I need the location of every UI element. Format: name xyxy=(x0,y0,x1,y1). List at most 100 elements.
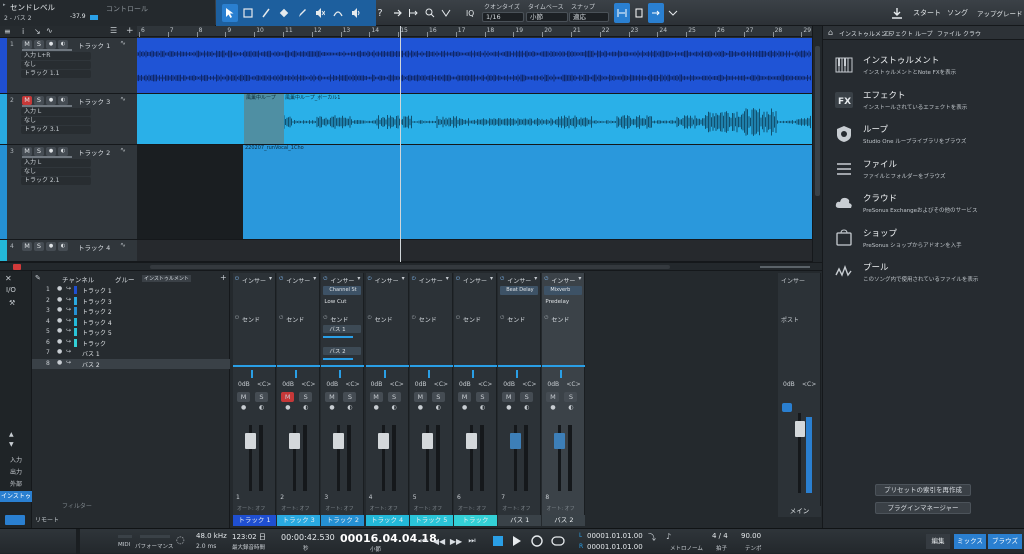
channel-list-header[interactable]: チャンネル xyxy=(62,274,94,284)
volume-fader[interactable] xyxy=(243,425,269,491)
channel-label[interactable]: トラック 3 xyxy=(277,515,321,526)
track-header[interactable]: 4 M S ● ◐ トラック 4 ∿ xyxy=(0,240,137,262)
console-nav-item[interactable]: 入力 xyxy=(0,455,32,466)
snap-grid-icon[interactable] xyxy=(632,3,646,23)
solo-button[interactable]: S xyxy=(34,96,44,105)
send-label[interactable]: センド xyxy=(375,315,393,324)
solo-button[interactable]: S xyxy=(255,392,268,402)
add-track-icon[interactable]: + xyxy=(126,26,134,36)
tempo[interactable]: 90.00 xyxy=(741,532,761,540)
channel-label[interactable]: トラック 1 xyxy=(233,515,276,526)
volume-slider[interactable] xyxy=(22,49,72,51)
automation-mode[interactable]: オート: オフ xyxy=(414,505,442,512)
menu-icon[interactable]: ≡ xyxy=(4,27,11,36)
visible-icon[interactable]: ● xyxy=(57,348,62,355)
volume-db[interactable]: 0dB xyxy=(326,381,338,388)
input-select[interactable]: 入力 L+R xyxy=(21,52,91,60)
record-panel-icon[interactable] xyxy=(439,4,453,22)
fader-cap[interactable] xyxy=(554,433,566,449)
arrow-icon[interactable]: ↪ xyxy=(66,306,71,313)
mute-button[interactable]: M xyxy=(281,392,295,402)
group-header[interactable]: グルー xyxy=(115,274,135,284)
filter-field[interactable]: フィルター xyxy=(62,501,92,510)
stop-button[interactable] xyxy=(493,536,503,546)
volume-db[interactable]: 0dB xyxy=(503,381,515,388)
power-icon[interactable]: ⏻ xyxy=(235,276,239,282)
automation-icon[interactable]: ∿ xyxy=(120,95,126,103)
automation-mode[interactable]: オート: オフ xyxy=(502,505,530,512)
collapse-down-icon[interactable]: ▼ xyxy=(9,441,14,448)
timeline-ruler[interactable]: 6 7 8 9 10 11 12 13 14 15 16 17 18 19 20 21 22 23 24 25 26 27… xyxy=(137,26,812,37)
arrow-icon[interactable]: ↪ xyxy=(66,348,71,355)
punch-icon[interactable]: ⤵ xyxy=(648,532,656,543)
horizontal-scrollbar[interactable] xyxy=(150,265,670,269)
channel-name[interactable]: トラック 2 xyxy=(82,307,112,316)
sort-icon[interactable]: ☰ xyxy=(110,26,117,35)
automation-icon[interactable]: ∿ xyxy=(120,39,126,47)
send-power-icon[interactable]: ⏻ xyxy=(544,315,548,321)
track-header[interactable]: 1 M S ● ◐ トラック 1 ∿ 入力 L+R なし トラック 1.1 xyxy=(0,38,137,94)
automation-mode[interactable]: オート: オフ xyxy=(458,505,486,512)
loop-button[interactable] xyxy=(550,534,566,548)
add-insert-icon[interactable]: ▾ xyxy=(534,275,537,282)
record-arm-icon[interactable]: ● xyxy=(46,147,56,156)
more-icon[interactable] xyxy=(666,3,680,23)
arrow-icon[interactable]: ↪ xyxy=(66,327,71,334)
solo-button[interactable]: S xyxy=(299,392,313,402)
collapse-up-icon[interactable]: ▲ xyxy=(9,431,14,438)
monitor-icon[interactable]: ◐ xyxy=(568,404,573,411)
arrow-icon[interactable]: ↪ xyxy=(66,317,71,324)
plugin-manager-button[interactable]: プラグインマネージャー xyxy=(875,502,971,514)
track-header[interactable]: 3 M S ● ◐ トラック 2 ∿ 入力 L なし トラック 2.1 xyxy=(0,145,137,240)
insert-label[interactable]: インサー xyxy=(375,276,399,285)
browser-tab[interactable]: クラウ xyxy=(963,29,981,38)
main-fader[interactable] xyxy=(795,413,815,493)
send-power-icon[interactable]: ⏻ xyxy=(500,315,504,321)
send-power-icon[interactable]: ⏻ xyxy=(279,315,283,321)
power-icon[interactable]: ⏻ xyxy=(456,276,460,282)
mute-button[interactable]: M xyxy=(325,392,339,402)
clip-header-a[interactable] xyxy=(244,94,284,144)
visible-icon[interactable]: ● xyxy=(57,327,62,334)
monitor-icon[interactable]: ◐ xyxy=(524,404,529,411)
seconds-display[interactable]: 00:00:42.530 xyxy=(281,533,335,542)
play-button[interactable] xyxy=(510,534,524,548)
arrow-icon[interactable]: ↪ xyxy=(66,296,71,303)
main-post-label[interactable]: ポスト xyxy=(781,315,799,324)
input-gain[interactable] xyxy=(427,370,430,378)
visible-icon[interactable]: ● xyxy=(57,359,62,366)
sub-select[interactable]: なし xyxy=(21,117,91,125)
visible-icon[interactable]: ● xyxy=(57,306,62,313)
browser-item[interactable]: インストゥルメント インストゥルメントとNote FXを表示 xyxy=(833,52,1023,82)
input-select[interactable]: 入力 L xyxy=(21,108,91,116)
console-nav-item[interactable]: 外部 xyxy=(0,479,32,490)
record-icon[interactable]: ● xyxy=(374,404,379,411)
main-fader-cap[interactable] xyxy=(795,421,805,437)
arrow-tool-icon[interactable] xyxy=(222,4,238,22)
fader-cap[interactable] xyxy=(377,433,389,449)
start-tab[interactable]: スタート xyxy=(913,8,941,18)
channel-name[interactable]: バス 2 xyxy=(82,360,100,369)
send-label[interactable]: センド xyxy=(286,315,304,324)
browser-item[interactable]: ループ Studio One ループライブラリをブラウズ xyxy=(833,121,1023,151)
solo-button[interactable]: S xyxy=(564,392,578,402)
record-icon[interactable]: ● xyxy=(418,404,423,411)
power-icon[interactable]: ⏻ xyxy=(323,276,327,282)
visible-icon[interactable]: ● xyxy=(57,296,62,303)
automation-mode[interactable]: オート: オフ xyxy=(325,505,353,512)
solo-button[interactable]: S xyxy=(431,392,445,402)
mute-button[interactable]: M xyxy=(22,96,32,105)
record-icon[interactable]: ● xyxy=(329,404,334,411)
browser-tab[interactable]: エフェクト xyxy=(883,29,913,38)
fader-cap[interactable] xyxy=(510,433,522,449)
main-pan[interactable]: <C> xyxy=(802,381,816,388)
layer-select[interactable]: トラック 2.1 xyxy=(21,177,91,185)
home-icon[interactable]: ⌂ xyxy=(828,28,833,37)
mute-button[interactable]: M xyxy=(458,392,471,402)
send-label[interactable]: センド xyxy=(330,315,348,324)
volume-fader[interactable] xyxy=(287,425,313,491)
pan-value[interactable]: <C> xyxy=(257,381,271,388)
solo-button[interactable]: S xyxy=(476,392,489,402)
record-icon[interactable]: ● xyxy=(285,404,290,411)
snap-select[interactable]: 適応 xyxy=(569,12,609,22)
